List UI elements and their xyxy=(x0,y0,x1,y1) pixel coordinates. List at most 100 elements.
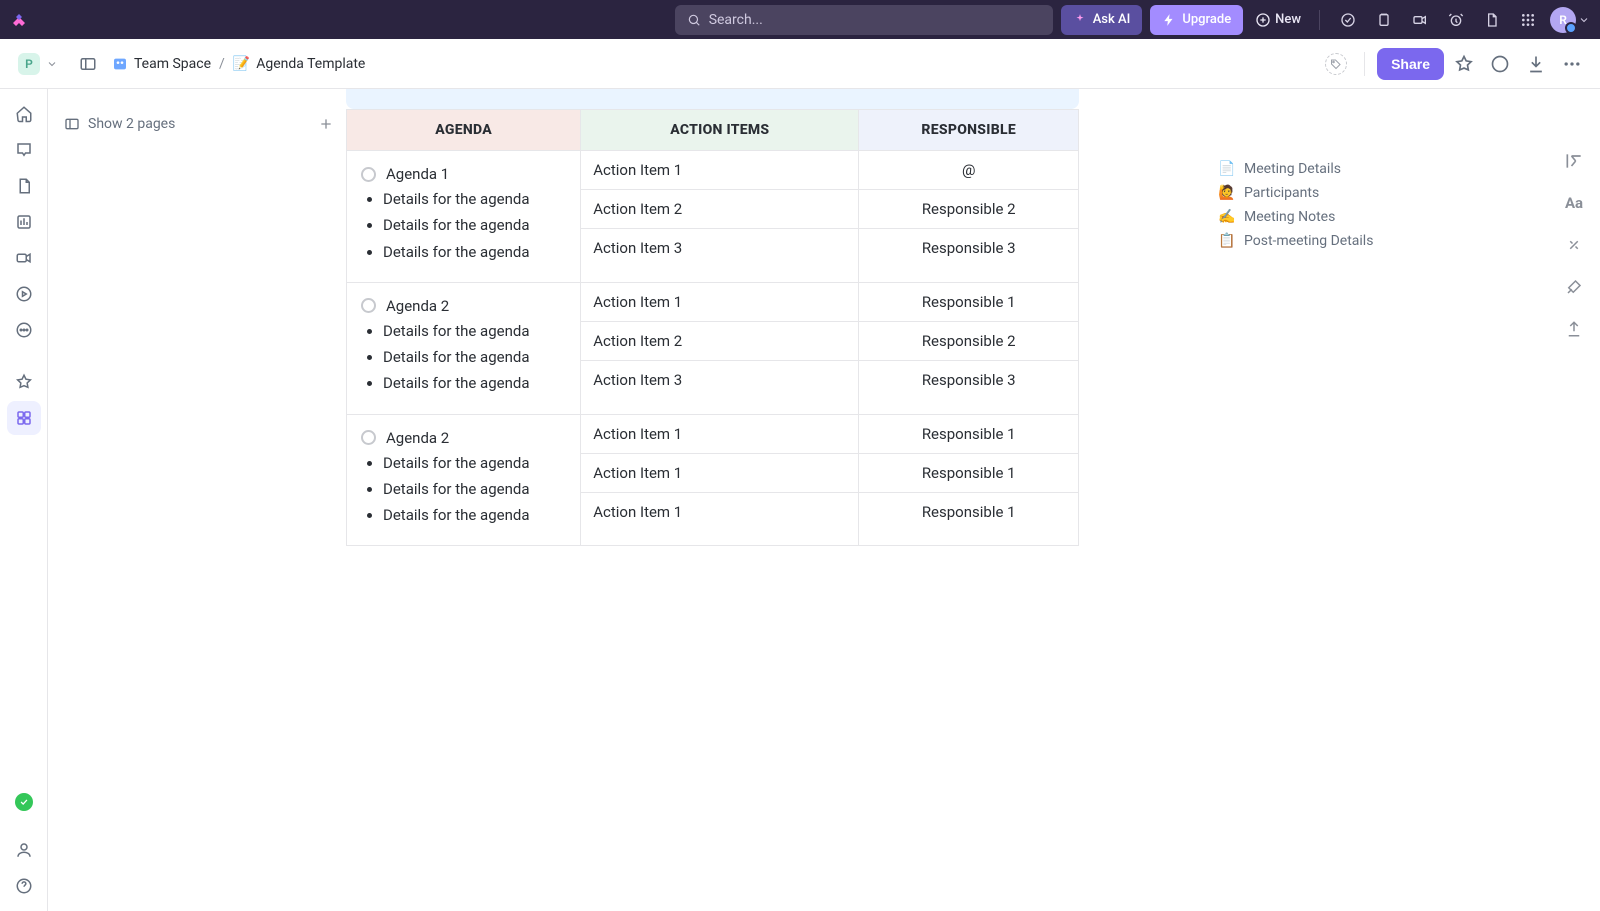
task-check-icon[interactable] xyxy=(1334,6,1362,34)
nav-home[interactable] xyxy=(7,97,41,131)
ai-tools-icon[interactable] xyxy=(1562,275,1586,299)
page-toolbar: P Team Space / 📝 Agenda Template Share xyxy=(0,39,1600,89)
toc-item[interactable]: 📄Meeting Details xyxy=(1218,161,1373,177)
apps-grid-icon[interactable] xyxy=(1514,6,1542,34)
doc-canvas: Show 2 pages 📄Meeting Details 🙋Participa… xyxy=(48,89,1600,911)
bolt-icon xyxy=(1162,13,1176,27)
agenda-detail[interactable]: Details for the agen­da xyxy=(383,215,566,235)
responsible-value[interactable]: Responsible 3 xyxy=(859,229,1078,268)
responsible-value[interactable]: Responsible 2 xyxy=(859,321,1078,360)
action-item[interactable]: Action Item 1 xyxy=(581,151,858,190)
agenda-detail[interactable]: Details for the agen­da xyxy=(383,321,566,341)
responsible-value[interactable]: Responsible 1 xyxy=(859,283,1078,322)
col-responsible-header: RESPONSIBLE xyxy=(859,110,1079,151)
table-row: Agenda 2 Details for the agen­da Details f… xyxy=(347,282,1079,414)
add-page-button[interactable] xyxy=(315,113,337,135)
responsible-value[interactable]: Responsible 2 xyxy=(859,190,1078,229)
responsible-cell: @Responsible 2Responsible 3 xyxy=(859,151,1079,283)
text-style-icon[interactable]: Aa xyxy=(1562,191,1586,215)
action-item[interactable]: Action Item 1 xyxy=(581,492,858,531)
radio-icon[interactable] xyxy=(361,167,376,182)
toggle-sidebar-icon[interactable] xyxy=(74,50,102,78)
comments-button[interactable] xyxy=(1484,48,1516,80)
divider xyxy=(1364,52,1365,76)
search-icon xyxy=(687,13,701,27)
nav-status[interactable] xyxy=(7,785,41,819)
nav-inbox[interactable] xyxy=(7,133,41,167)
workspace-switcher[interactable]: P xyxy=(12,49,64,79)
more-button[interactable] xyxy=(1556,48,1588,80)
action-items-cell: Action Item 1Action Item 2Action Item 3 xyxy=(581,282,859,414)
responsible-value[interactable]: Responsible 1 xyxy=(859,415,1078,454)
nav-more[interactable] xyxy=(7,313,41,347)
nav-timesheets[interactable] xyxy=(7,277,41,311)
responsible-cell: Responsible 1Responsible 2Responsible 3 xyxy=(859,282,1079,414)
responsible-value[interactable]: @ xyxy=(859,151,1078,190)
page-icon: 🙋 xyxy=(1218,185,1236,201)
action-item[interactable]: Action Item 3 xyxy=(581,360,858,399)
nav-help[interactable] xyxy=(7,869,41,903)
agenda-detail[interactable]: Details for the agen­da xyxy=(383,189,566,209)
radio-icon[interactable] xyxy=(361,298,376,313)
nav-invite[interactable] xyxy=(7,833,41,867)
nav-spaces[interactable] xyxy=(7,401,41,435)
nav-docs[interactable] xyxy=(7,169,41,203)
ask-ai-button[interactable]: Ask AI xyxy=(1061,5,1143,35)
action-items-cell: Action Item 1Action Item 2Action Item 3 xyxy=(581,151,859,283)
search-placeholder: Search... xyxy=(709,12,763,28)
nav-dashboards[interactable] xyxy=(7,205,41,239)
toc-item[interactable]: ✍️Meeting Notes xyxy=(1218,209,1373,225)
responsible-value[interactable]: Responsible 1 xyxy=(859,453,1078,492)
radio-icon[interactable] xyxy=(361,430,376,445)
action-item[interactable]: Action Item 1 xyxy=(581,415,858,454)
tag-button[interactable] xyxy=(1320,48,1352,80)
agenda-cell[interactable]: Agenda 2Details for the agen­daDetails f… xyxy=(347,414,581,546)
responsible-value[interactable]: Responsible 3 xyxy=(859,360,1078,399)
agenda-title-text: Agenda 2 xyxy=(386,297,449,315)
nav-favorites[interactable] xyxy=(7,365,41,399)
action-item[interactable]: Action Item 1 xyxy=(581,453,858,492)
breadcrumb-page[interactable]: 📝 Agenda Template xyxy=(233,56,366,72)
topbar: Search... Ask AI Upgrade New R xyxy=(0,0,1600,39)
sparkle-icon xyxy=(1073,13,1087,27)
notepad-icon[interactable] xyxy=(1370,6,1398,34)
agenda-detail[interactable]: Details for the agen­da xyxy=(383,373,566,393)
toc-item[interactable]: 🙋Participants xyxy=(1218,185,1373,201)
doc-right-rail: Aa xyxy=(1562,149,1586,341)
share-button[interactable]: Share xyxy=(1377,48,1444,80)
agenda-detail[interactable]: Details for the agen­da xyxy=(383,453,566,473)
responsible-value[interactable]: Responsible 1 xyxy=(859,492,1078,531)
page-icon: ✍️ xyxy=(1218,209,1236,225)
app-logo-icon xyxy=(10,11,28,29)
show-pages-toggle[interactable]: Show 2 pages xyxy=(64,116,175,132)
collapse-right-icon[interactable] xyxy=(1562,149,1586,173)
nav-clips[interactable] xyxy=(7,241,41,275)
agenda-detail[interactable]: Details for the agen­da xyxy=(383,347,566,367)
agenda-cell[interactable]: Agenda 2 Details for the agen­da Details f… xyxy=(347,282,581,414)
action-items-cell: Action Item 1Action Item 1Action Item 1 xyxy=(581,414,859,546)
agenda-detail[interactable]: Details for the agen­da xyxy=(383,479,566,499)
breadcrumb-sep: / xyxy=(219,56,225,72)
agenda-cell[interactable]: Agenda 1Details for the agen­daDetails f… xyxy=(347,151,581,283)
breadcrumb-space[interactable]: Team Space xyxy=(112,56,211,72)
reminder-icon[interactable] xyxy=(1442,6,1470,34)
record-icon[interactable] xyxy=(1406,6,1434,34)
relationships-icon[interactable] xyxy=(1562,233,1586,257)
account-menu[interactable]: R xyxy=(1550,7,1590,33)
global-search[interactable]: Search... xyxy=(675,5,1053,35)
action-item[interactable]: Action Item 3 xyxy=(581,229,858,268)
favorite-button[interactable] xyxy=(1448,48,1480,80)
action-item[interactable]: Action Item 2 xyxy=(581,190,858,229)
new-button[interactable]: New xyxy=(1251,12,1305,28)
upgrade-button[interactable]: Upgrade xyxy=(1150,5,1243,35)
doc-icon[interactable] xyxy=(1478,6,1506,34)
action-item[interactable]: Action Item 2 xyxy=(581,321,858,360)
download-button[interactable] xyxy=(1520,48,1552,80)
export-icon[interactable] xyxy=(1562,317,1586,341)
left-nav xyxy=(0,89,48,911)
agenda-detail[interactable]: Details for the agen­da xyxy=(383,242,566,262)
action-item[interactable]: Action Item 1 xyxy=(581,283,858,322)
toc-item[interactable]: 📋Post-meeting Details xyxy=(1218,233,1373,249)
table-row: Agenda 2Details for the agen­daDetails f… xyxy=(347,414,1079,546)
agenda-detail[interactable]: Details for the agen­da xyxy=(383,505,566,525)
